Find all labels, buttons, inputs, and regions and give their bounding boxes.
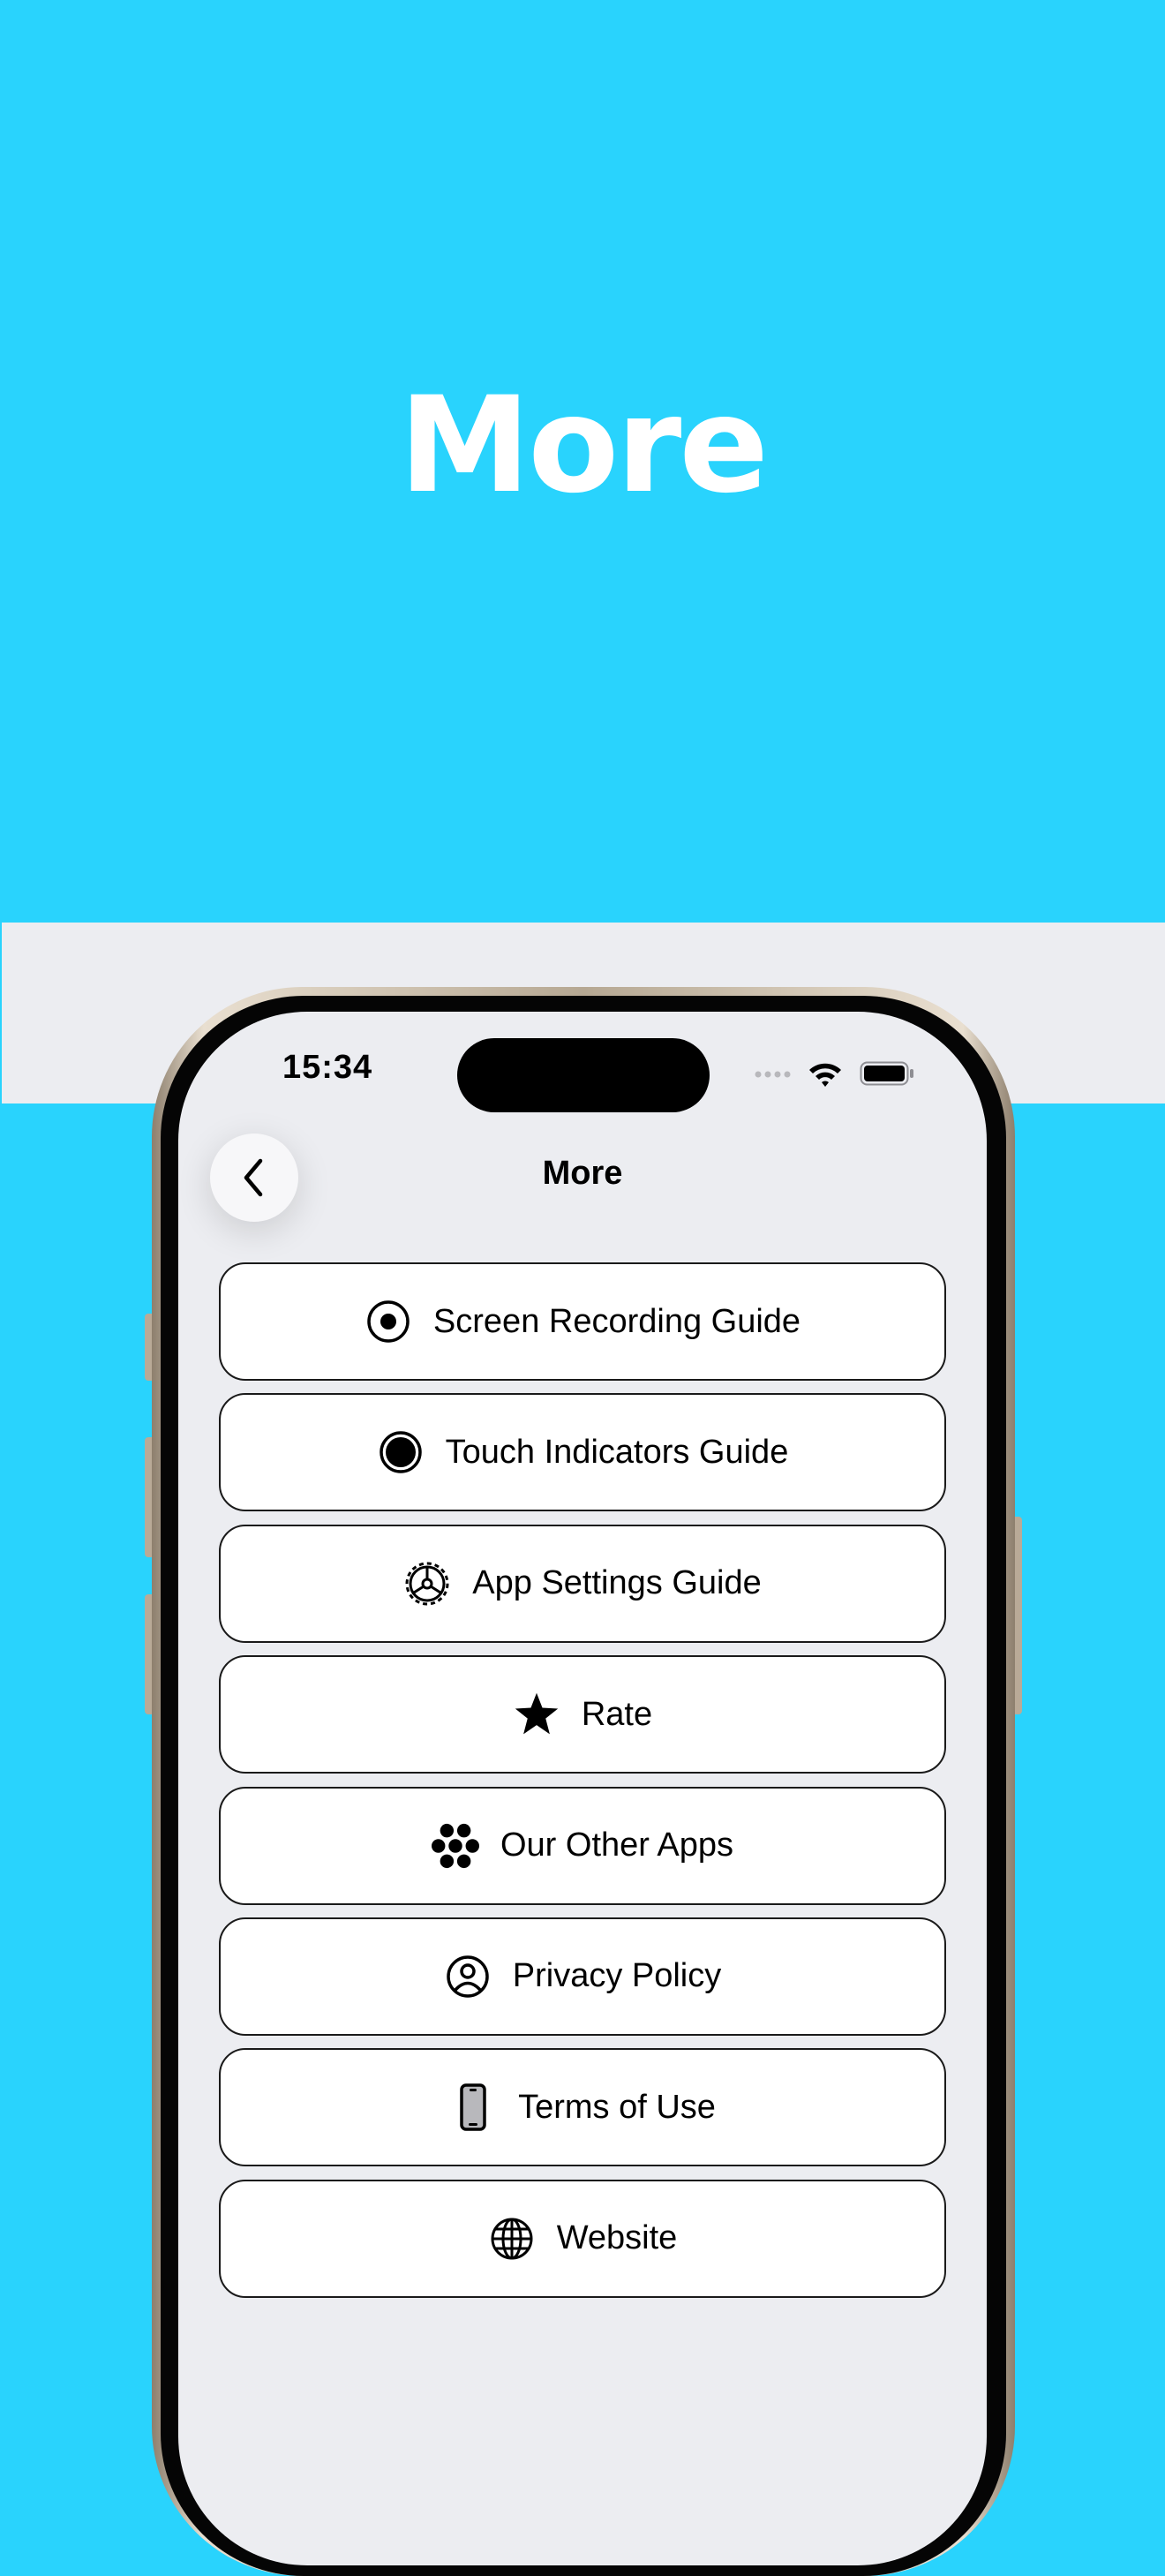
person-circle-icon [444,1953,492,2000]
terms-of-use-button[interactable]: Terms of Use [219,2048,946,2167]
app-cluster-icon [431,1822,479,1870]
menu-item-label: Screen Recording Guide [432,1302,801,1340]
gear-icon [403,1560,451,1608]
menu-item-label: Terms of Use [518,2088,716,2126]
filled-circle-icon [377,1428,425,1476]
touch-indicators-guide-button[interactable]: Touch Indicators Guide [219,1393,946,1512]
hero-title: More [398,369,769,523]
menu-item-label: Rate [581,1695,653,1733]
menu-item-label: Privacy Policy [512,1957,722,1995]
battery-icon [860,1061,913,1086]
star-icon [513,1691,560,1738]
app-settings-guide-button[interactable]: App Settings Guide [219,1524,946,1643]
screen-recording-guide-button[interactable]: Screen Recording Guide [219,1262,946,1381]
website-button[interactable]: Website [219,2179,946,2298]
status-time: 15:34 [282,1049,373,1086]
nav-title: More [542,1155,623,1192]
rate-button[interactable]: Rate [219,1655,946,1774]
privacy-policy-button[interactable]: Privacy Policy [219,1917,946,2036]
menu-item-label: Touch Indicators Guide [445,1433,789,1471]
wifi-icon [809,1063,841,1087]
menu-item-label: App Settings Guide [472,1564,762,1602]
menu-item-label: Our Other Apps [500,1827,733,1864]
record-circle-icon [365,1298,412,1345]
menu-item-label: Website [556,2219,678,2257]
menu-list: Screen Recording Guide Touch Indicators … [219,1262,946,2310]
globe-icon [488,2215,536,2263]
phone-icon [449,2083,497,2132]
cellular-signal-icon [755,1071,791,1078]
status-icons [754,1056,914,1091]
our-other-apps-button[interactable]: Our Other Apps [219,1786,946,1905]
phone-screen: 15:34 More Screen Recording Guide Touch … [178,1012,987,2565]
dynamic-island [457,1038,710,1112]
